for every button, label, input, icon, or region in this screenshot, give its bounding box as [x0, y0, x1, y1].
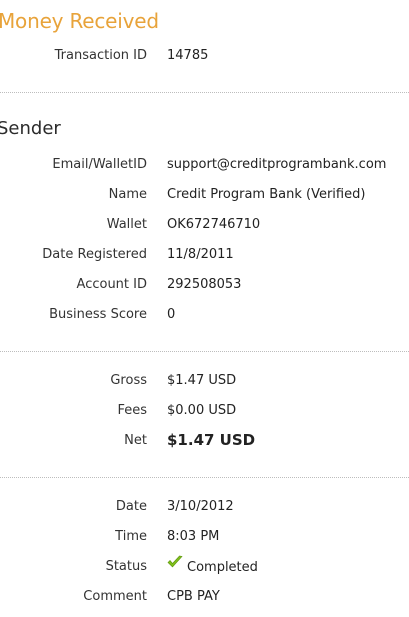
date-label: Date [115, 499, 147, 514]
net-value: $1.47 USD [167, 431, 256, 449]
net-row: Net $1.47 USD [0, 431, 409, 451]
email-row: Email/WalletID support@creditprogrambank… [0, 155, 409, 175]
divider [0, 92, 409, 93]
account-id-value: 292508053 [167, 277, 242, 292]
gross-value: $1.47 USD [167, 373, 237, 388]
divider [0, 477, 409, 478]
fees-value: $0.00 USD [167, 403, 237, 418]
sender-section-title: Sender [0, 118, 61, 139]
date-value: 3/10/2012 [167, 499, 234, 514]
page-title: Money Received [0, 9, 159, 33]
transaction-id-label: Transaction ID [54, 48, 147, 63]
date-registered-label: Date Registered [42, 247, 147, 262]
time-row: Time 8:03 PM [0, 527, 409, 547]
status-value: Completed [187, 560, 258, 575]
name-label: Name [108, 187, 147, 202]
gross-row: Gross $1.47 USD [0, 371, 409, 391]
comment-value: CPB PAY [167, 589, 220, 604]
time-value: 8:03 PM [167, 529, 220, 544]
account-id-label: Account ID [76, 277, 147, 292]
time-label: Time [115, 529, 147, 544]
comment-row: Comment CPB PAY [0, 587, 409, 607]
business-score-value: 0 [167, 307, 176, 322]
divider [0, 351, 409, 352]
wallet-label: Wallet [106, 217, 147, 232]
wallet-row: Wallet OK672746710 [0, 215, 409, 235]
date-row: Date 3/10/2012 [0, 497, 409, 517]
net-label: Net [124, 433, 147, 448]
gross-label: Gross [110, 373, 147, 388]
comment-label: Comment [83, 589, 147, 604]
date-registered-row: Date Registered 11/8/2011 [0, 245, 409, 265]
email-label: Email/WalletID [52, 157, 147, 172]
status-value-wrap: Completed [167, 555, 258, 578]
fees-row: Fees $0.00 USD [0, 401, 409, 421]
fees-label: Fees [117, 403, 147, 418]
checkmark-icon [167, 555, 183, 576]
name-row: Name Credit Program Bank (Verified) [0, 185, 409, 205]
name-value: Credit Program Bank (Verified) [167, 187, 366, 202]
transaction-id-row: Transaction ID 14785 [0, 46, 409, 66]
email-value: support@creditprogrambank.com [167, 157, 387, 172]
status-label: Status [105, 559, 147, 574]
status-row: Status Completed [0, 555, 409, 578]
business-score-label: Business Score [49, 307, 147, 322]
account-id-row: Account ID 292508053 [0, 275, 409, 295]
transaction-id-value: 14785 [167, 48, 209, 63]
date-registered-value: 11/8/2011 [167, 247, 234, 262]
business-score-row: Business Score 0 [0, 305, 409, 325]
wallet-value: OK672746710 [167, 217, 261, 232]
